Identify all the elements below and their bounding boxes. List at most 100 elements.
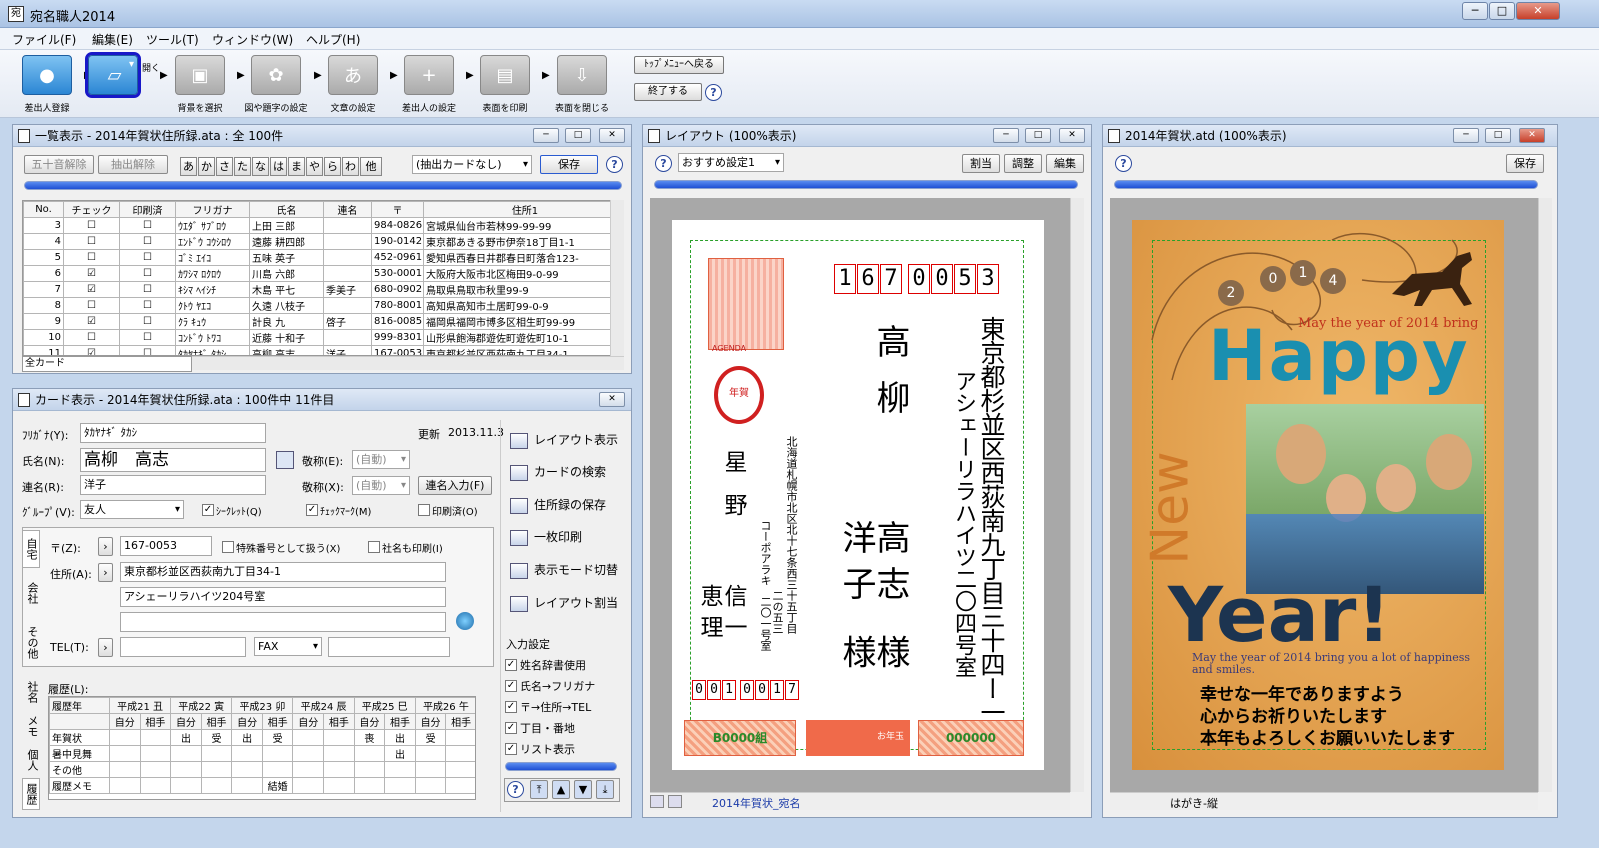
history-cell[interactable]: 出 (231, 729, 263, 746)
help-icon[interactable]: ? (1115, 155, 1132, 172)
col-header[interactable]: フリガナ (175, 201, 250, 218)
fax-field[interactable] (328, 637, 450, 657)
history-cell[interactable] (170, 777, 202, 794)
honorific-select[interactable]: (自動) (352, 450, 410, 469)
fax-select[interactable]: FAX (254, 637, 322, 656)
kana-button-ya[interactable]: や (306, 157, 323, 176)
special-number-checkbox[interactable] (222, 541, 234, 553)
table-row[interactable]: 8 ☐ ☐ ｸﾄｳ ﾔｴｺ 久遠 八枝子 780-8001 高知県高知市土居町99-0-9 (23, 297, 611, 314)
history-cell[interactable] (445, 745, 475, 762)
panel-minimize-button[interactable]: ─ (993, 128, 1019, 143)
last-record-icon[interactable]: ⤓ (596, 780, 614, 799)
setting-checkbox[interactable]: ✓ (505, 722, 517, 734)
history-cell[interactable] (170, 761, 202, 778)
menu-file[interactable]: ファイル(F) (12, 31, 76, 48)
printed-checkbox[interactable] (418, 504, 430, 516)
history-cell[interactable] (353, 761, 386, 778)
panel-close-button[interactable]: ✕ (1519, 128, 1545, 143)
preset-select[interactable]: おすすめ設定1 (678, 153, 784, 172)
furigana-field[interactable]: ﾀｶﾔﾅｷﾞ ﾀｶｼ (80, 423, 266, 443)
design-save-button[interactable]: 保存 (1506, 154, 1544, 173)
history-cell[interactable] (292, 777, 325, 794)
toolbar-close-front[interactable]: ⇩ 表面を閉じる (547, 55, 617, 114)
honorific2-select[interactable]: (自動) (352, 476, 410, 495)
col-header[interactable]: チェック (63, 201, 120, 218)
panel-maximize-button[interactable]: □ (1025, 128, 1051, 143)
history-cell[interactable] (109, 777, 141, 794)
history-cell[interactable] (323, 729, 355, 746)
col-header[interactable]: 〒 (371, 201, 424, 218)
toolbar-background[interactable]: ▣ 背景を選択 (165, 55, 235, 114)
history-cell[interactable] (200, 777, 233, 794)
edit-button[interactable]: 編集 (1046, 154, 1084, 173)
list-horizontal-scrollbar[interactable] (192, 356, 624, 370)
menu-help[interactable]: ヘルプ(H) (306, 31, 360, 48)
history-cell[interactable] (414, 745, 447, 762)
history-cell[interactable]: 受 (414, 729, 447, 746)
history-cell[interactable] (139, 745, 172, 762)
kana-button-sa[interactable]: さ (216, 157, 233, 176)
table-row[interactable]: 9 ☑ ☐ ｸﾗ ｷｭｳ 計良 九啓子 816-0085 福岡県福岡市博多区相生町99-99 (23, 313, 611, 330)
setting-checkbox[interactable]: ✓ (505, 659, 517, 671)
all-cards-tab[interactable]: 全カード (22, 356, 192, 372)
history-cell[interactable] (384, 761, 416, 778)
col-header[interactable]: 住所1 (423, 201, 611, 218)
toolbar-text[interactable]: あ文章の設定 (318, 55, 388, 114)
history-cell[interactable] (231, 777, 263, 794)
next-record-icon[interactable]: ▼ (574, 780, 592, 799)
list-save-button[interactable]: 保存 (540, 155, 598, 174)
col-header[interactable]: 印刷済 (119, 201, 176, 218)
first-record-icon[interactable]: ⤒ (530, 780, 548, 799)
history-cell[interactable]: 受 (261, 729, 294, 746)
history-cell[interactable]: 出 (384, 729, 416, 746)
menu-tools[interactable]: ツール(T) (146, 31, 199, 48)
page-down-icon[interactable] (668, 795, 682, 808)
postcard-address-side[interactable]: AGENDA 年賀 1 6 7 0 0 5 3 東京都杉並区西荻南九丁目三十四ー… (672, 220, 1044, 770)
help-icon[interactable]: ? (705, 84, 722, 101)
kana-button-na[interactable]: な (252, 157, 269, 176)
address2-field[interactable]: アシェーリラハイツ204号室 (120, 587, 446, 607)
history-cell[interactable] (323, 761, 355, 778)
close-button[interactable]: ✕ (1516, 2, 1560, 20)
table-row[interactable]: 10 ☐ ☐ ｺﾝﾄﾞｳ ﾄﾜｺ 近藤 十和子 999-8301 山形県飽海郡遊佐町遊佐町1… (23, 329, 611, 346)
renmei-field[interactable]: 洋子 (80, 475, 266, 495)
toolbar-sender-settings[interactable]: + 差出人の設定 (394, 55, 464, 114)
history-cell[interactable] (139, 729, 172, 746)
tab-history[interactable]: 履歴 (22, 778, 40, 810)
top-menu-button[interactable]: ﾄｯﾌﾟﾒﾆｭｰへ戻る (634, 56, 724, 74)
exit-button[interactable]: 終了する (634, 83, 702, 101)
history-cell[interactable] (414, 761, 447, 778)
panel-close-button[interactable]: ✕ (599, 392, 625, 407)
col-header[interactable]: No. (23, 201, 64, 218)
toolbar-figure[interactable]: ✿ 図や題字の設定 (241, 55, 311, 114)
address-lookup-button[interactable]: › (98, 563, 113, 582)
history-cell[interactable] (231, 745, 263, 762)
page-up-icon[interactable] (650, 795, 664, 808)
kana-button-ra[interactable]: ら (324, 157, 341, 176)
history-cell[interactable] (353, 777, 386, 794)
history-cell[interactable] (109, 761, 141, 778)
assign-button[interactable]: 割当 (962, 154, 1000, 173)
history-cell[interactable] (109, 745, 141, 762)
kana-button-ha[interactable]: は (270, 157, 287, 176)
table-row[interactable]: 6 ☑ ☐ ｶﾜｼﾏ ﾛｸﾛｳ 川島 六郎 530-0001 大阪府大阪市北区梅田9-0-9… (23, 265, 611, 282)
table-row[interactable]: 11 ☑ ☐ ﾀｶﾔﾅｷﾞ ﾀｶｼ 高柳 高志 洋子 167-0053 東京都杉並区西荻南九丁… (23, 345, 611, 355)
toolbar-open-front[interactable]: ▱表面を作成・開く (85, 52, 160, 98)
panel-maximize-button[interactable]: □ (1485, 128, 1511, 143)
card-search-button[interactable]: カードの検索 (510, 463, 606, 481)
renmei-input-button[interactable]: 連名入力(F) (418, 476, 492, 495)
checkmark-checkbox[interactable]: ✓ (306, 504, 318, 516)
toolbar-sender-register[interactable]: ● 差出人登録 (12, 55, 82, 114)
tab-personal[interactable]: 個人 (22, 744, 40, 776)
layout-vertical-scrollbar[interactable] (1070, 198, 1084, 792)
history-cell[interactable] (323, 745, 355, 762)
secret-checkbox[interactable]: ✓ (202, 504, 214, 516)
help-icon[interactable]: ? (655, 155, 672, 172)
setting-checkbox[interactable]: ✓ (505, 743, 517, 755)
history-cell[interactable] (200, 761, 233, 778)
list-vertical-scrollbar[interactable] (610, 200, 624, 356)
tel-lookup-button[interactable]: › (98, 638, 113, 657)
clear-kana-button[interactable]: 五十音解除 (24, 155, 94, 174)
history-cell[interactable] (261, 745, 294, 762)
col-header[interactable]: 氏名 (249, 201, 324, 218)
